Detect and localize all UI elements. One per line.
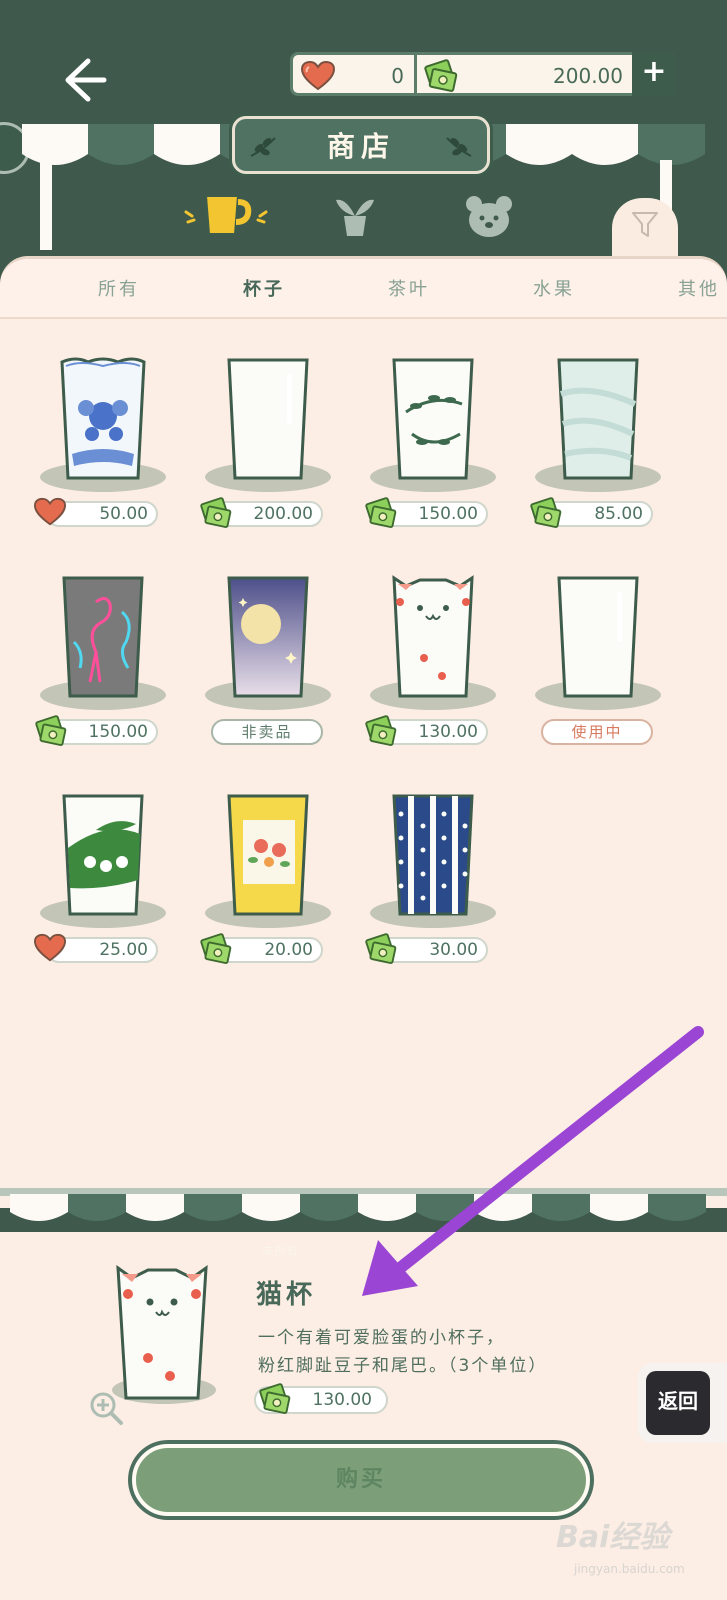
buy-button[interactable]: 购买 — [132, 1444, 590, 1516]
money-icon — [35, 715, 67, 746]
page-title: 商店 — [326, 130, 395, 163]
price-pill: 150.00 — [35, 715, 158, 746]
price-pill: 130.00 — [365, 715, 488, 746]
add-currency-button[interactable]: + — [632, 52, 676, 96]
money-icon — [200, 497, 232, 528]
item-price: 50.00 — [99, 504, 148, 524]
filter-button[interactable] — [612, 198, 678, 260]
item-price: 150.00 — [88, 722, 148, 742]
money-icon — [365, 497, 397, 528]
money-icon — [200, 933, 232, 964]
shop-item[interactable]: 85.00 — [523, 340, 673, 540]
item-price: 130.00 — [418, 722, 478, 742]
money-icon — [365, 933, 397, 964]
price-pill: 25.00 — [34, 933, 158, 963]
hearts-counter: 0 — [293, 55, 417, 93]
tab-fruit[interactable]: 水果 — [533, 275, 575, 301]
return-label: 返回 — [658, 1389, 698, 1413]
money-icon — [259, 1383, 291, 1414]
watermark: Bai经验 — [556, 1520, 670, 1555]
price-pill: 85.00 — [530, 497, 653, 528]
item-price: 20.00 — [264, 940, 313, 960]
money-counter: 200.00 + — [417, 52, 676, 96]
flamingo-cup-icon — [62, 576, 144, 698]
item-price: 200.00 — [253, 504, 313, 524]
back-arrow-icon[interactable] — [58, 55, 108, 105]
heart-icon — [34, 497, 66, 526]
shop-item[interactable]: 150.00 — [28, 558, 178, 758]
blue-floral-cup-icon — [60, 357, 146, 480]
shop-item[interactable]: 25.00 — [28, 776, 178, 976]
money-value: 200.00 — [553, 64, 623, 88]
watermark-url: jingyan.baidu.com — [574, 1562, 685, 1576]
item-price: 30.00 — [429, 940, 478, 960]
blue-dot-cup-icon — [392, 794, 474, 916]
ownership-tag: 未拥有 — [262, 1244, 299, 1258]
item-price: 150.00 — [418, 504, 478, 524]
yellow-floral-cup-icon — [227, 794, 309, 916]
filter-icon — [632, 212, 658, 237]
plant-category-icon[interactable] — [332, 194, 378, 238]
currency-bar: 0 200.00 + — [290, 52, 676, 96]
leaf-icon — [446, 137, 472, 157]
category-tabs: 所有 杯子 茶叶 水果 其他 — [0, 259, 727, 319]
leaf-icon — [250, 137, 276, 157]
heart-icon — [34, 933, 66, 962]
moon-cup-icon — [227, 576, 309, 698]
status-not-for-sale: 非卖品 — [211, 719, 323, 745]
money-icon — [365, 715, 397, 746]
description-line: 一个有着可爱脸蛋的小杯子， — [258, 1328, 505, 1348]
item-description: 一个有着可爱脸蛋的小杯子， 粉红脚趾豆子和尾巴。（3个单位） — [258, 1324, 547, 1380]
shop-item[interactable]: 130.00 — [358, 558, 508, 758]
price-pill: 200.00 — [200, 497, 323, 528]
shop-item[interactable]: 200.00 — [193, 340, 343, 540]
shop-item[interactable]: 30.00 — [358, 776, 508, 976]
cup-category-icon[interactable] — [180, 192, 272, 242]
item-price: 85.00 — [594, 504, 643, 524]
plain-cup-icon — [227, 358, 309, 480]
shop-item[interactable]: 50.00 — [28, 340, 178, 540]
price-pill: 20.00 — [200, 933, 323, 964]
return-button[interactable]: 返回 — [638, 1363, 727, 1443]
shop-item[interactable]: 150.00 — [358, 340, 508, 540]
cat-cup-icon — [392, 575, 474, 698]
tab-all[interactable]: 所有 — [98, 275, 140, 301]
shop-item[interactable]: 使用中 — [523, 558, 673, 758]
shop-item[interactable]: 非卖品 — [193, 558, 343, 758]
price-pill: 50.00 — [34, 497, 158, 527]
lily-cup-icon — [62, 794, 144, 916]
vine-cup-icon — [392, 358, 474, 480]
detail-price: 130.00 — [312, 1390, 372, 1410]
money-icon — [424, 59, 458, 92]
tab-cups[interactable]: 杯子 — [243, 275, 285, 301]
description-line: 粉红脚趾豆子和尾巴。（3个单位） — [258, 1356, 548, 1376]
plain-cup-icon — [557, 576, 639, 698]
bear-category-icon[interactable] — [464, 194, 514, 238]
tab-tea[interactable]: 茶叶 — [388, 275, 430, 301]
shop-title-plaque: 商店 — [232, 116, 490, 174]
detail-price-pill: 130.00 — [254, 1383, 388, 1414]
shop-item[interactable]: 20.00 — [193, 776, 343, 976]
price-pill: 30.00 — [365, 933, 488, 964]
item-price: 25.00 — [99, 940, 148, 960]
hearts-value: 0 — [391, 64, 404, 88]
tab-other[interactable]: 其他 — [678, 275, 720, 301]
zoom-icon[interactable] — [88, 1390, 124, 1426]
item-name: 猫杯 — [256, 1280, 317, 1310]
status-in-use: 使用中 — [541, 719, 653, 745]
marble-cup-icon — [557, 358, 639, 480]
heart-icon — [301, 61, 335, 91]
bottom-awning — [0, 1188, 727, 1221]
money-icon — [530, 497, 562, 528]
price-pill: 150.00 — [365, 497, 488, 528]
